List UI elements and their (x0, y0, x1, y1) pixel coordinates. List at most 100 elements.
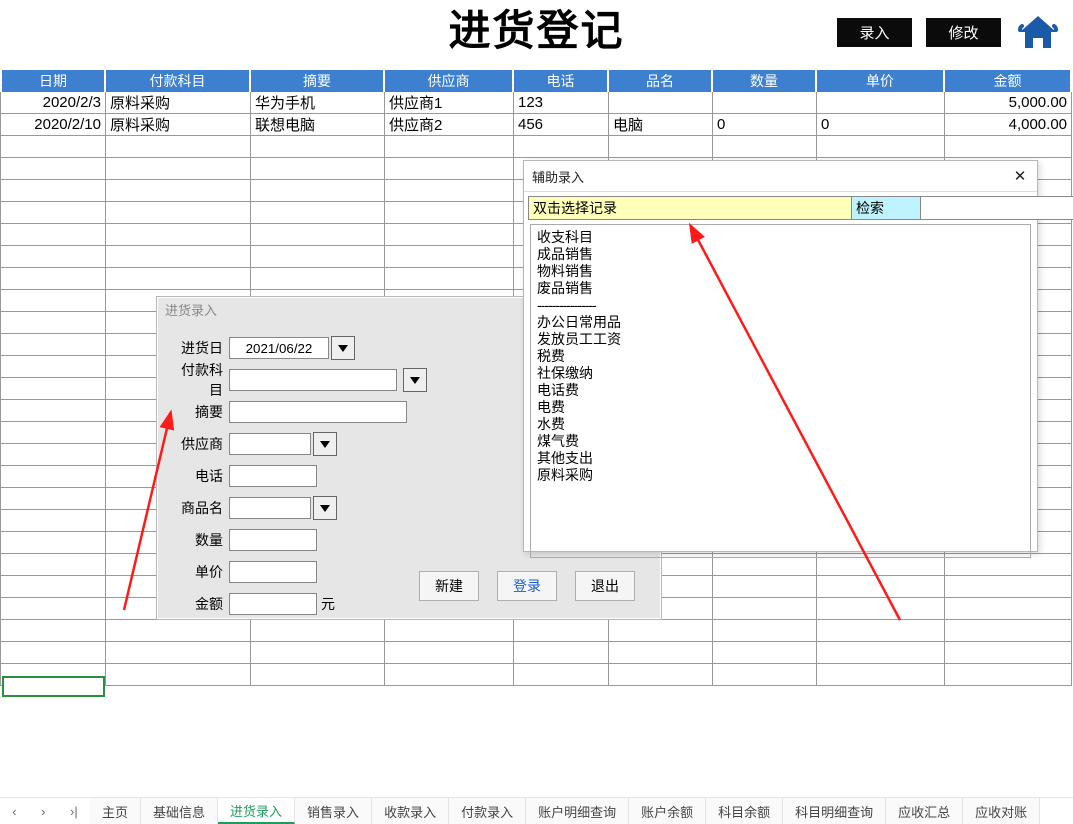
cell-summary[interactable] (251, 268, 385, 290)
cell-date[interactable] (0, 334, 106, 356)
list-item[interactable]: 电话费 (537, 382, 1024, 399)
subject-field[interactable] (229, 369, 397, 391)
product-dropdown-icon[interactable] (313, 496, 337, 520)
list-item[interactable]: 成品销售 (537, 246, 1024, 263)
cell-supplier[interactable] (385, 158, 514, 180)
product-field[interactable] (229, 497, 311, 519)
cell-date[interactable] (0, 378, 106, 400)
cell-date[interactable] (0, 576, 106, 598)
qty-field[interactable] (229, 529, 317, 551)
cell-subject[interactable] (106, 642, 251, 664)
price-field[interactable] (229, 561, 317, 583)
list-item[interactable]: 煤气费 (537, 433, 1024, 450)
cell-date[interactable] (0, 158, 106, 180)
list-item[interactable]: 收支科目 (537, 229, 1024, 246)
record-list[interactable]: 收支科目成品销售物料销售废品销售----------------办公日常用品发放… (530, 224, 1031, 558)
tab-11[interactable]: 应收对账 (963, 798, 1040, 824)
nav-prev-icon[interactable]: ‹ (12, 804, 16, 819)
cell-date[interactable] (0, 598, 106, 620)
entry-button[interactable]: 录入 (837, 18, 912, 47)
cell-date[interactable] (0, 422, 106, 444)
cell-subject[interactable] (106, 268, 251, 290)
cell-summary[interactable] (251, 202, 385, 224)
table-row[interactable] (0, 136, 1073, 158)
cell-date[interactable]: 2020/2/10 (0, 114, 106, 136)
cell-summary[interactable] (251, 136, 385, 158)
cell-price[interactable] (817, 642, 945, 664)
nav-last-icon[interactable]: ›| (70, 804, 78, 819)
cell-supplier[interactable] (385, 180, 514, 202)
cell-summary[interactable] (251, 642, 385, 664)
cell-amount[interactable] (945, 598, 1072, 620)
cell-price[interactable] (817, 576, 945, 598)
list-item[interactable]: 办公日常用品 (537, 314, 1024, 331)
cell-summary[interactable] (251, 224, 385, 246)
cell-subject[interactable] (106, 246, 251, 268)
cell-subject[interactable]: 原料采购 (106, 114, 251, 136)
cell-price[interactable] (817, 136, 945, 158)
cell-amount[interactable] (945, 642, 1072, 664)
tab-7[interactable]: 账户余额 (629, 798, 706, 824)
list-item[interactable]: 废品销售 (537, 280, 1024, 297)
tab-5[interactable]: 付款录入 (449, 798, 526, 824)
date-field[interactable] (229, 337, 329, 359)
cell-qty[interactable] (713, 664, 817, 686)
cell-date[interactable] (0, 466, 106, 488)
new-button[interactable]: 新建 (419, 571, 479, 601)
cell-subject[interactable] (106, 136, 251, 158)
cell-price[interactable] (817, 92, 945, 114)
cell-product[interactable] (609, 620, 713, 642)
table-row[interactable] (0, 620, 1073, 642)
cell-supplier[interactable]: 供应商2 (385, 114, 514, 136)
cell-qty[interactable]: 0 (713, 114, 817, 136)
list-item[interactable]: ---------------- (537, 297, 1024, 314)
cell-phone[interactable]: 456 (514, 114, 609, 136)
tab-4[interactable]: 收款录入 (372, 798, 449, 824)
table-row[interactable]: 2020/2/10原料采购联想电脑供应商2456电脑004,000.00 (0, 114, 1073, 136)
cell-date[interactable]: 2020/2/3 (0, 92, 106, 114)
cell-date[interactable] (0, 180, 106, 202)
cell-price[interactable] (817, 664, 945, 686)
cell-amount[interactable] (945, 576, 1072, 598)
phone-field[interactable] (229, 465, 317, 487)
cell-amount[interactable] (945, 664, 1072, 686)
cell-product[interactable] (609, 136, 713, 158)
cell-subject[interactable] (106, 180, 251, 202)
tab-1[interactable]: 基础信息 (141, 798, 218, 824)
close-icon[interactable]: ✕ (1011, 167, 1029, 185)
cell-summary[interactable] (251, 246, 385, 268)
list-item[interactable]: 发放员工工资 (537, 331, 1024, 348)
cell-supplier[interactable] (385, 620, 514, 642)
cell-date[interactable] (0, 400, 106, 422)
tab-9[interactable]: 科目明细查询 (783, 798, 886, 824)
table-row[interactable]: 2020/2/3原料采购华为手机供应商11235,000.00 (0, 92, 1073, 114)
nav-next-icon[interactable]: › (41, 804, 45, 819)
cell-amount[interactable]: 5,000.00 (945, 92, 1072, 114)
cell-phone[interactable]: 123 (514, 92, 609, 114)
cell-date[interactable] (0, 620, 106, 642)
amount-field[interactable] (229, 593, 317, 615)
cell-date[interactable] (0, 554, 106, 576)
table-row[interactable] (0, 642, 1073, 664)
cell-date[interactable] (0, 136, 106, 158)
login-button[interactable]: 登录 (497, 571, 557, 601)
cell-summary[interactable] (251, 180, 385, 202)
cell-product[interactable] (609, 642, 713, 664)
active-cell[interactable] (2, 676, 105, 697)
cell-supplier[interactable] (385, 202, 514, 224)
cell-phone[interactable] (514, 620, 609, 642)
cell-subject[interactable] (106, 224, 251, 246)
cell-supplier[interactable] (385, 224, 514, 246)
date-dropdown-icon[interactable] (331, 336, 355, 360)
cell-qty[interactable] (713, 576, 817, 598)
cell-product[interactable]: 电脑 (609, 114, 713, 136)
cell-price[interactable] (817, 620, 945, 642)
cell-date[interactable] (0, 642, 106, 664)
cell-date[interactable] (0, 202, 106, 224)
tab-2[interactable]: 进货录入 (218, 798, 295, 824)
cell-subject[interactable] (106, 664, 251, 686)
list-item[interactable]: 税费 (537, 348, 1024, 365)
cell-phone[interactable] (514, 664, 609, 686)
list-item[interactable]: 其他支出 (537, 450, 1024, 467)
cell-price[interactable] (817, 598, 945, 620)
